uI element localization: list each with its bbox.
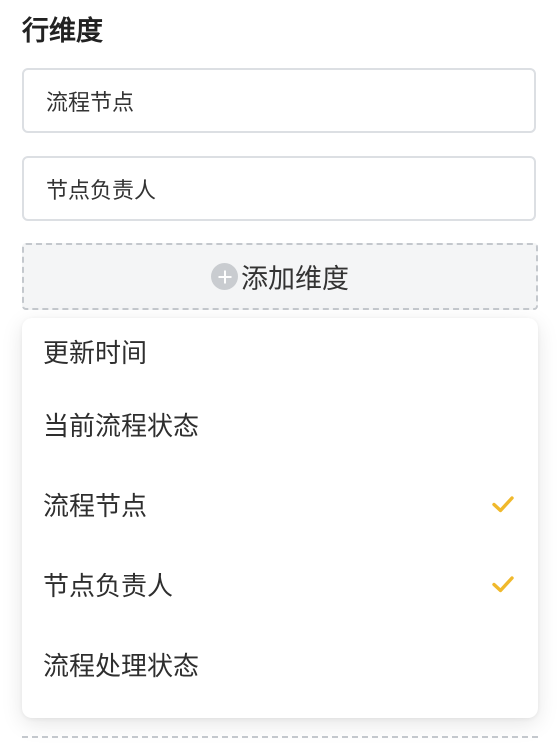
check-icon [492, 576, 514, 593]
option-label: 更新时间 [43, 338, 148, 369]
option-label: 当前流程状态 [43, 411, 200, 442]
add-dimension-button[interactable]: 添加维度 [22, 243, 538, 310]
plus-circle-icon [211, 263, 238, 290]
next-add-button-edge [22, 736, 538, 746]
dimension-field-label: 流程节点 [46, 90, 135, 116]
dropdown-option-process-node[interactable]: 流程节点 [22, 464, 538, 544]
dimension-field-1[interactable]: 流程节点 [22, 68, 536, 133]
dimension-field-label: 节点负责人 [46, 178, 157, 204]
dropdown-option-update-time[interactable]: 更新时间 [22, 318, 538, 384]
check-icon [492, 496, 514, 513]
dimension-dropdown: 更新时间 当前流程状态 流程节点 节点负责人 流程处理状态 [22, 318, 538, 718]
option-label: 流程节点 [43, 491, 148, 522]
dropdown-option-processing-status[interactable]: 流程处理状态 [22, 624, 538, 704]
add-dimension-label: 添加维度 [241, 264, 349, 295]
option-label: 节点负责人 [43, 571, 174, 602]
section-title-row-dimension: 行维度 [22, 16, 103, 47]
dropdown-option-node-owner[interactable]: 节点负责人 [22, 544, 538, 624]
dimension-field-2[interactable]: 节点负责人 [22, 156, 536, 221]
dropdown-option-current-status[interactable]: 当前流程状态 [22, 384, 538, 464]
option-label: 流程处理状态 [43, 651, 200, 682]
